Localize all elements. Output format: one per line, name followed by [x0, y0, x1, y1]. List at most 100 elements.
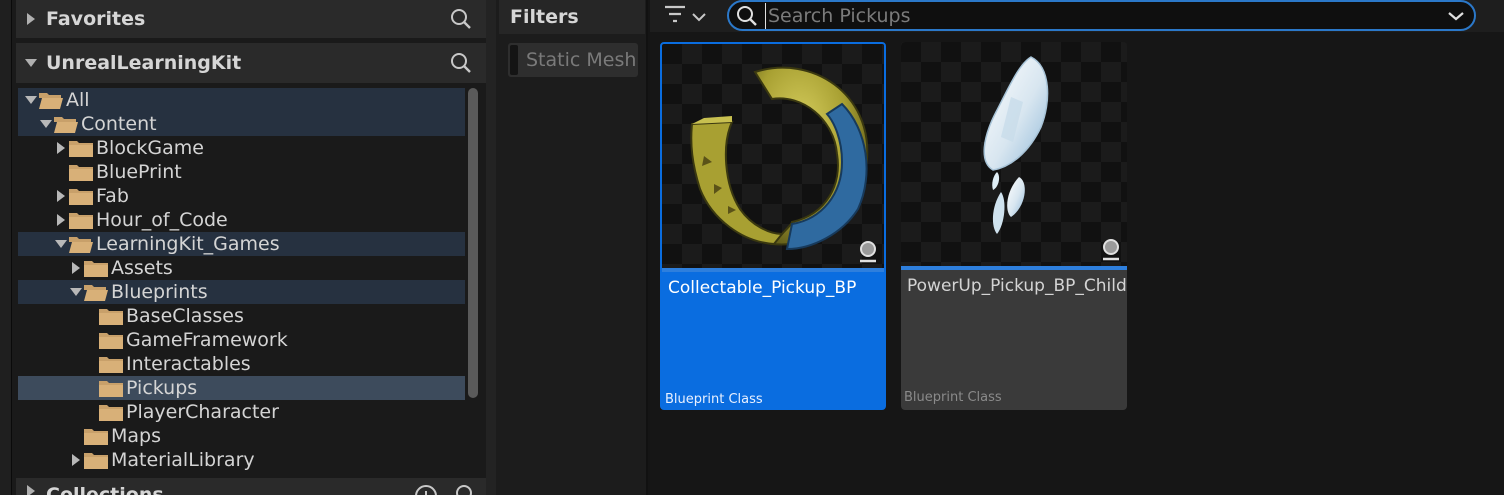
asset-type: Blueprint Class: [904, 390, 1002, 405]
asset-name: Collectable_Pickup_BP: [668, 278, 857, 298]
chip-toggle[interactable]: [510, 45, 518, 75]
tree-item-content[interactable]: Content: [18, 112, 465, 136]
tree-item-fab[interactable]: Fab: [18, 184, 465, 208]
caret-right-icon[interactable]: [54, 136, 68, 160]
filter-button[interactable]: [664, 3, 716, 29]
tree-item-blockgame[interactable]: BlockGame: [18, 136, 465, 160]
tree-item-label: BlockGame: [96, 137, 204, 159]
tree-item-label: Fab: [96, 185, 129, 207]
asset-type-badge-icon: [854, 237, 882, 265]
caret-right-icon[interactable]: [69, 256, 83, 280]
folder-icon: [68, 185, 94, 207]
tree-item-label: Pickups: [126, 377, 198, 399]
folder-open-icon: [53, 113, 79, 135]
asset-type-badge-icon: [1097, 235, 1125, 263]
asset-thumbnail: [662, 44, 884, 268]
tree-item-label: MaterialLibrary: [111, 449, 255, 471]
search-icon[interactable]: [446, 484, 486, 495]
tree-item-label: GameFramework: [126, 329, 288, 351]
tree-item-label: PlayerCharacter: [126, 401, 279, 423]
chevron-down-icon: [692, 7, 706, 26]
filter-chip-static-mesh[interactable]: Static Mesh: [508, 43, 638, 77]
left-edge-strip: [0, 0, 12, 495]
tree-item-label: LearningKit_Games: [96, 233, 280, 255]
caret-down-icon[interactable]: [24, 88, 38, 112]
chevron-down-icon[interactable]: [1438, 11, 1474, 21]
tree-item-materiallibrary[interactable]: MaterialLibrary: [18, 448, 465, 472]
tree-item-gameframework[interactable]: GameFramework: [18, 328, 465, 352]
search-input[interactable]: [765, 2, 1438, 29]
search-icon[interactable]: [436, 8, 486, 30]
add-icon[interactable]: [406, 484, 446, 495]
caret-right-icon[interactable]: [69, 448, 83, 472]
asset-type-colorbar: [901, 266, 1127, 270]
filters-title: Filters: [499, 0, 645, 34]
tree-item-hour-of-code[interactable]: Hour_of_Code: [18, 208, 465, 232]
caret-right-icon: [16, 12, 46, 26]
tree-item-label: Maps: [111, 425, 161, 447]
panel-splitter[interactable]: [486, 0, 496, 495]
collections-header[interactable]: Collections: [16, 478, 486, 495]
tree-item-all[interactable]: All: [18, 88, 465, 112]
asset-tile-collectable-pickup[interactable]: Collectable_Pickup_BP Blueprint Class: [660, 42, 886, 410]
folder-icon: [98, 377, 124, 399]
content-toolbar: [650, 0, 1504, 32]
search-icon[interactable]: [436, 52, 486, 74]
collections-title: Collections: [46, 484, 164, 495]
caret-right-icon[interactable]: [54, 184, 68, 208]
tree-item-assets[interactable]: Assets: [18, 256, 465, 280]
caret-down-icon[interactable]: [39, 112, 53, 136]
tree-item-interactables[interactable]: Interactables: [18, 352, 465, 376]
tree-item-blueprints[interactable]: Blueprints: [18, 280, 465, 304]
filter-chip-label: Static Mesh: [526, 49, 637, 71]
tree-item-label: Hour_of_Code: [96, 209, 228, 231]
tree-item-baseclasses[interactable]: BaseClasses: [18, 304, 465, 328]
content-browser-area: Collectable_Pickup_BP Blueprint Class: [650, 0, 1504, 495]
tree-item-label: BluePrint: [96, 161, 182, 183]
tree-item-label: All: [66, 89, 90, 111]
tree-item-label: Assets: [111, 257, 173, 279]
folder-icon: [98, 329, 124, 351]
search-box[interactable]: [727, 0, 1476, 31]
tree-item-learningkit-games[interactable]: LearningKit_Games: [18, 232, 465, 256]
folder-icon: [83, 425, 109, 447]
tree-item-blueprint[interactable]: BluePrint: [18, 160, 465, 184]
project-header[interactable]: UnrealLearningKit: [16, 43, 486, 83]
tree-item-playercharacter[interactable]: PlayerCharacter: [18, 400, 465, 424]
tree-item-pickups[interactable]: Pickups: [18, 376, 465, 400]
asset-type-colorbar: [662, 268, 884, 272]
folder-icon: [83, 449, 109, 471]
tree-scrollbar[interactable]: [468, 88, 478, 398]
folder-open-icon: [68, 233, 94, 255]
folder-icon: [68, 137, 94, 159]
caret-down-icon[interactable]: [69, 280, 83, 304]
tree-item-maps[interactable]: Maps: [18, 424, 465, 448]
project-title: UnrealLearningKit: [46, 52, 242, 74]
caret-right-icon[interactable]: [54, 208, 68, 232]
search-icon: [729, 5, 765, 27]
folder-icon: [98, 353, 124, 375]
folder-open-icon: [38, 89, 64, 111]
tree-item-label: Content: [81, 113, 157, 135]
asset-tile-powerup-pickup[interactable]: PowerUp_Pickup_BP_Child Blueprint Class: [901, 42, 1127, 410]
folder-icon: [83, 257, 109, 279]
folder-icon: [68, 209, 94, 231]
favorites-header[interactable]: Favorites: [16, 0, 486, 38]
asset-thumbnail: [901, 42, 1127, 266]
asset-type: Blueprint Class: [665, 392, 763, 407]
folder-tree[interactable]: All Content BlockGame BluePrint Fab Hour_of_C…: [18, 86, 466, 474]
filter-icon: [664, 5, 686, 27]
folder-icon: [98, 401, 124, 423]
caret-right-icon: [16, 484, 46, 495]
favorites-title: Favorites: [46, 8, 146, 30]
caret-down-icon[interactable]: [54, 232, 68, 256]
caret-down-icon: [16, 58, 46, 68]
tree-item-label: BaseClasses: [126, 305, 244, 327]
folder-icon: [98, 305, 124, 327]
